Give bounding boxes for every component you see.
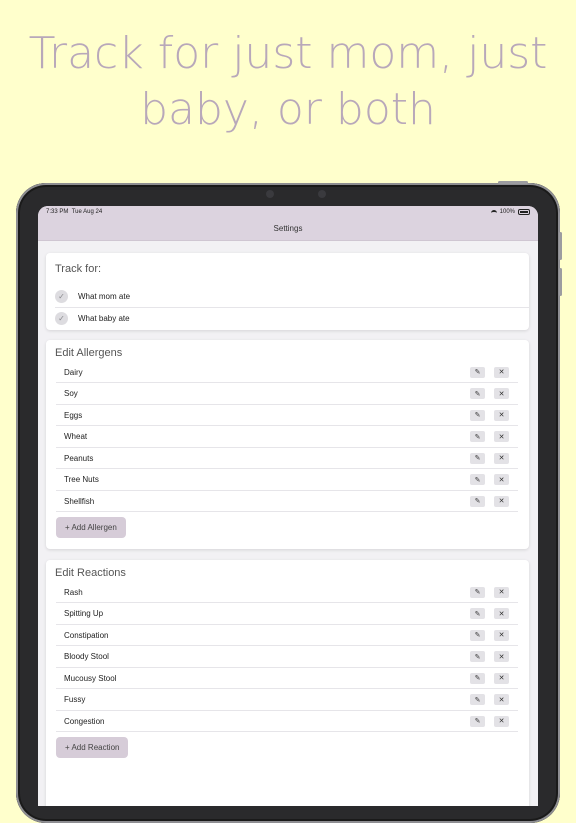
reaction-row: Constipation ✎ ✕	[56, 625, 518, 646]
pencil-icon[interactable]: ✎	[470, 672, 485, 684]
pencil-icon[interactable]: ✎	[470, 715, 485, 727]
close-icon[interactable]: ✕	[494, 694, 509, 705]
reaction-row: Fussy ✎ ✕	[56, 690, 518, 711]
close-icon[interactable]: ✕	[494, 715, 509, 727]
volume-up-button	[559, 232, 562, 260]
close-icon[interactable]: ✕	[494, 474, 509, 485]
track-option-mom[interactable]: ✓ What mom ate	[55, 286, 529, 308]
status-time: 7:33 PM	[46, 209, 69, 215]
close-icon[interactable]: ✕	[494, 452, 509, 464]
track-for-title: Track for:	[55, 263, 102, 275]
allergen-label: Dairy	[64, 367, 83, 377]
allergen-row: Eggs ✎ ✕	[56, 405, 518, 426]
allergen-label: Shellfish	[64, 496, 95, 506]
volume-down-button	[559, 268, 562, 296]
allergen-row: Shellfish ✎ ✕	[56, 491, 518, 512]
wifi-icon	[490, 209, 497, 215]
close-icon[interactable]: ✕	[494, 431, 509, 442]
headline-line-1: Track for just mom, just	[28, 28, 548, 79]
reaction-label: Mucousy Stool	[64, 673, 117, 683]
allergen-row: Soy ✎ ✕	[56, 384, 518, 405]
allergen-row: Peanuts ✎ ✕	[56, 448, 518, 469]
reactions-card: Edit Reactions Rash ✎ ✕ Spitting Up ✎ ✕ Consti…	[46, 560, 529, 806]
close-icon[interactable]: ✕	[494, 651, 509, 662]
add-allergen-button[interactable]: + Add Allergen	[56, 517, 126, 538]
add-reaction-button[interactable]: + Add Reaction	[56, 737, 129, 758]
camera-icon	[266, 190, 274, 198]
headline-line-2: baby, or both	[140, 84, 436, 135]
allergens-title: Edit Allergens	[55, 347, 123, 359]
battery-icon	[518, 209, 530, 215]
top-button	[498, 181, 528, 184]
close-icon[interactable]: ✕	[494, 409, 509, 421]
pencil-icon[interactable]: ✎	[470, 388, 485, 399]
pencil-icon[interactable]: ✎	[470, 586, 485, 598]
checkmark-icon: ✓	[55, 312, 68, 325]
pencil-icon[interactable]: ✎	[470, 409, 485, 421]
status-bar: 7:33 PM Tue Aug 24 100%	[38, 206, 538, 218]
allergen-label: Peanuts	[64, 453, 94, 463]
track-option-label: What mom ate	[78, 292, 131, 301]
allergen-row: Dairy ✎ ✕	[56, 362, 518, 383]
allergen-label: Wheat	[64, 432, 88, 441]
reaction-label: Congestion	[64, 716, 105, 726]
status-date: Tue Aug 24	[71, 209, 103, 215]
reaction-label: Fussy	[64, 695, 86, 704]
close-icon[interactable]: ✕	[494, 629, 509, 641]
allergen-label: Tree Nuts	[64, 475, 99, 484]
pencil-icon[interactable]: ✎	[470, 694, 485, 705]
reaction-row: Spitting Up ✎ ✕	[56, 604, 518, 625]
checkmark-icon: ✓	[55, 290, 68, 303]
close-icon[interactable]: ✕	[494, 366, 509, 378]
allergens-card: Edit Allergens Dairy ✎ ✕ Soy ✎ ✕ Eggs ✎ ✕ Wheat ✎ ✕…	[46, 340, 529, 549]
reaction-label: Bloody Stool	[64, 652, 109, 661]
track-option-label: What baby ate	[78, 314, 130, 323]
close-icon[interactable]: ✕	[494, 388, 509, 399]
track-option-baby[interactable]: ✓ What baby ate	[55, 308, 529, 329]
pencil-icon[interactable]: ✎	[470, 651, 485, 662]
reaction-label: Constipation	[64, 630, 109, 640]
page-title: Settings	[273, 224, 303, 233]
reactions-title: Edit Reactions	[55, 567, 126, 579]
pencil-icon[interactable]: ✎	[470, 495, 485, 507]
allergen-label: Soy	[64, 389, 78, 398]
reaction-row: Bloody Stool ✎ ✕	[56, 647, 518, 668]
headline: Track for just mom, just baby, or both	[0, 26, 576, 138]
allergen-row: Tree Nuts ✎ ✕	[56, 470, 518, 491]
allergen-label: Eggs	[64, 410, 83, 420]
pencil-icon[interactable]: ✎	[470, 366, 485, 378]
sensor-icon	[318, 190, 326, 198]
nav-bar: Settings	[38, 218, 538, 241]
reaction-label: Rash	[64, 587, 83, 597]
reaction-label: Spitting Up	[64, 609, 104, 618]
pencil-icon[interactable]: ✎	[470, 452, 485, 464]
close-icon[interactable]: ✕	[494, 586, 509, 598]
pencil-icon[interactable]: ✎	[470, 431, 485, 442]
close-icon[interactable]: ✕	[494, 495, 509, 507]
close-icon[interactable]: ✕	[494, 608, 509, 619]
pencil-icon[interactable]: ✎	[470, 474, 485, 485]
pencil-icon[interactable]: ✎	[470, 629, 485, 641]
app-screen: 7:33 PM Tue Aug 24 100% Settings Track f…	[38, 206, 538, 806]
close-icon[interactable]: ✕	[494, 672, 509, 684]
battery-percent: 100%	[499, 209, 515, 215]
allergen-row: Wheat ✎ ✕	[56, 427, 518, 448]
reaction-row: Congestion ✎ ✕	[56, 711, 518, 732]
reaction-row: Mucousy Stool ✎ ✕	[56, 668, 518, 689]
reaction-row: Rash ✎ ✕	[56, 582, 518, 603]
pencil-icon[interactable]: ✎	[470, 608, 485, 619]
track-for-card: Track for: ✓ What mom ate ✓ What baby at…	[46, 253, 529, 330]
